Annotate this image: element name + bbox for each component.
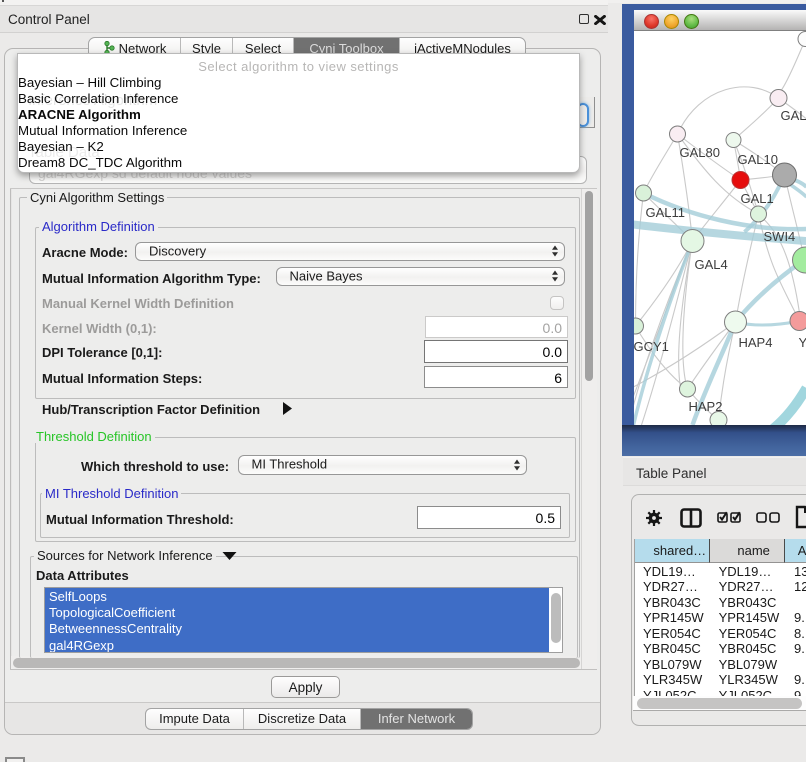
svg-text:GAL7: GAL7 bbox=[780, 108, 806, 123]
svg-text:GAL80: GAL80 bbox=[679, 145, 719, 160]
svg-text:GAL11: GAL11 bbox=[645, 205, 685, 220]
svg-text:Y: Y bbox=[798, 335, 806, 350]
svg-text:GAL10: GAL10 bbox=[737, 152, 777, 167]
svg-text:HAP4: HAP4 bbox=[738, 335, 772, 350]
svg-text:SWI4: SWI4 bbox=[763, 229, 795, 244]
svg-text:HAP2: HAP2 bbox=[688, 399, 722, 414]
svg-text:GCY1: GCY1 bbox=[634, 339, 669, 354]
svg-text:GAL1: GAL1 bbox=[740, 191, 773, 206]
svg-text:GAL4: GAL4 bbox=[694, 257, 727, 272]
